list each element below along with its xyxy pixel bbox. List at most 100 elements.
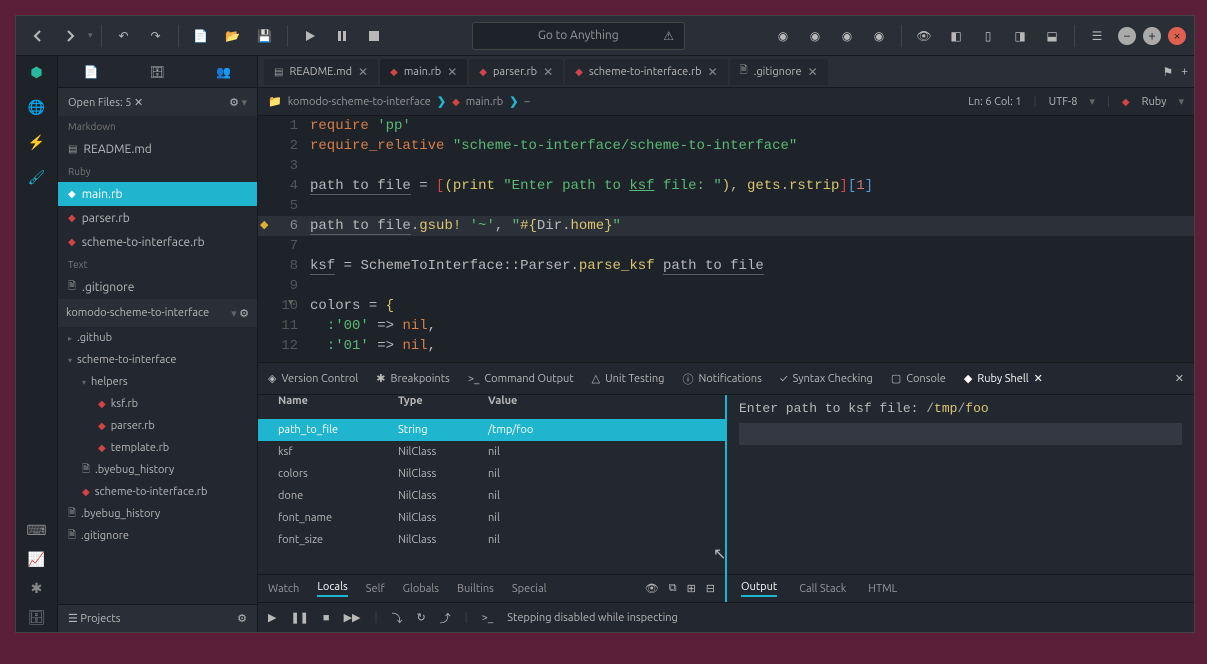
tree-item[interactable]: 🗎 .gitignore <box>58 525 257 547</box>
eye-icon[interactable]: 👁 <box>910 22 938 50</box>
variable-row[interactable]: colorsNilClassnil <box>258 463 725 485</box>
panel-tab[interactable]: ◈ Version Control <box>268 368 358 389</box>
code-line[interactable]: 8ksf = SchemeToInterface::Parser.parse_k… <box>258 256 1194 276</box>
code-line[interactable]: ◆6path to file.gsub! '~', "#{Dir.home}" <box>258 216 1194 236</box>
file-item[interactable]: ◆parser.rb <box>58 206 257 230</box>
code-line[interactable]: 12 :'01' => nil, <box>258 336 1194 356</box>
close-panel-icon[interactable]: ✕ <box>1175 372 1184 385</box>
gear-icon[interactable]: ⚙ <box>229 97 239 109</box>
debug-fastforward-icon[interactable]: ▶▶ <box>344 611 361 624</box>
close-openfiles-icon[interactable]: ✕ <box>134 97 143 109</box>
editor-tab[interactable]: ◆ main.rb ✕ <box>380 59 467 85</box>
file-item[interactable]: ◆main.rb <box>58 182 257 206</box>
vars-footer-tab[interactable]: Self <box>366 583 385 595</box>
pause-button[interactable] <box>328 22 356 50</box>
record3-icon[interactable]: ◉ <box>833 22 861 50</box>
tree-item[interactable]: ◆ template.rb <box>58 437 257 459</box>
play-button[interactable] <box>296 22 324 50</box>
tree-item[interactable]: ▸ .github <box>58 327 257 349</box>
variable-row[interactable]: path_to_fileString/tmp/foo <box>258 419 725 441</box>
debug-prompt-icon[interactable]: >_ <box>482 612 494 624</box>
code-line[interactable]: 5 <box>258 196 1194 216</box>
code-line[interactable]: 4path to file = [(print "Enter path to k… <box>258 176 1194 196</box>
undo-button[interactable]: ↶ <box>110 22 138 50</box>
panel-tab[interactable]: ◆ Ruby Shell ✕ <box>964 368 1043 389</box>
variable-row[interactable]: font_nameNilClassnil <box>258 507 725 529</box>
debug-stop-icon[interactable]: ■ <box>323 612 330 624</box>
close-tab-icon[interactable]: ✕ <box>358 65 368 79</box>
editor-tab[interactable]: ◆ parser.rb ✕ <box>469 59 563 85</box>
add-tab-icon[interactable]: + <box>1181 65 1188 79</box>
gear-icon[interactable]: ⚙ <box>239 308 249 320</box>
record-icon[interactable]: ◉ <box>769 22 797 50</box>
rail-bolt-icon[interactable]: ⚡ <box>28 134 45 151</box>
rail-paint-icon[interactable]: 🖌 <box>28 169 46 186</box>
rail-db-icon[interactable]: 🗄 <box>28 609 46 626</box>
open-folder-button[interactable]: 📂 <box>219 22 247 50</box>
sidebar-tab-db-icon[interactable]: 🗄 <box>150 65 165 79</box>
close-tab-icon[interactable]: ✕ <box>447 65 457 79</box>
rail-chart-icon[interactable]: 📈 <box>28 551 45 568</box>
file-item[interactable]: 🗎.gitignore <box>58 275 257 299</box>
forward-button[interactable] <box>56 22 84 50</box>
code-line[interactable]: 2require_relative "scheme-to-interface/s… <box>258 136 1194 156</box>
shell-footer-tab[interactable]: Call Stack <box>799 583 846 595</box>
back-button[interactable] <box>24 22 52 50</box>
minus-icon[interactable]: ⊟ <box>706 582 715 595</box>
panel-tab[interactable]: △ Unit Testing <box>592 368 665 389</box>
shell-footer-tab[interactable]: Output <box>741 581 777 597</box>
sidebar-tab-files-icon[interactable]: 📄 <box>84 65 99 79</box>
variable-row[interactable]: font_sizeNilClassnil <box>258 529 725 551</box>
code-line[interactable]: 1require 'pp' <box>258 116 1194 136</box>
menu-icon[interactable]: ☰ <box>1083 22 1111 50</box>
close-tab-icon[interactable]: ✕ <box>708 65 718 79</box>
minimize-button[interactable]: − <box>1118 27 1136 45</box>
rail-star-icon[interactable]: ✱ <box>31 580 43 597</box>
debug-pause-icon[interactable]: ❚❚ <box>290 611 308 624</box>
code-line[interactable]: 3 <box>258 156 1194 176</box>
code-editor[interactable]: 1require 'pp'2require_relative "scheme-t… <box>258 116 1194 362</box>
code-line[interactable]: 9 <box>258 276 1194 296</box>
panel-tab[interactable]: ▢ Console <box>891 368 946 389</box>
code-line[interactable]: ▼10colors = { <box>258 296 1194 316</box>
close-tab-icon[interactable]: ✕ <box>808 65 818 79</box>
sidebar-tab-people-icon[interactable]: 👥 <box>216 65 231 79</box>
language-selector[interactable]: Ruby <box>1142 96 1167 108</box>
vars-footer-tab[interactable]: Globals <box>403 583 439 595</box>
eye-icon[interactable]: 👁 <box>645 582 659 595</box>
tree-item[interactable]: ◆ ksf.rb <box>58 393 257 415</box>
copy-icon[interactable]: ⧉ <box>669 582 677 595</box>
tree-item[interactable]: 🗎 .byebug_history <box>58 459 257 481</box>
debug-play-icon[interactable]: ▶ <box>268 611 276 624</box>
vars-footer-tab[interactable]: Special <box>512 583 547 595</box>
tree-item[interactable]: ▾ helpers <box>58 371 257 393</box>
panel-tab[interactable]: >_ Command Output <box>468 369 574 389</box>
tree-item[interactable]: ◆ scheme-to-interface.rb <box>58 481 257 503</box>
editor-tab[interactable]: ◆ scheme-to-interface.rb ✕ <box>565 59 727 85</box>
editor-tab[interactable]: 🗎 .gitignore ✕ <box>730 59 828 85</box>
pane4-icon[interactable]: ⬓ <box>1038 22 1066 50</box>
plus-icon[interactable]: ⊞ <box>687 582 696 595</box>
code-line[interactable]: 7 <box>258 236 1194 256</box>
shell-footer-tab[interactable]: HTML <box>868 583 897 595</box>
close-tab-icon[interactable]: ✕ <box>543 65 553 79</box>
variable-row[interactable]: ksfNilClassnil <box>258 441 725 463</box>
panel-tab[interactable]: ✱ Breakpoints <box>376 368 450 389</box>
panel-tab[interactable]: ⓘ Notifications <box>682 367 761 391</box>
pane3-icon[interactable]: ◨ <box>1006 22 1034 50</box>
vars-footer-tab[interactable]: Watch <box>268 583 299 595</box>
file-item[interactable]: ◆scheme-to-interface.rb <box>58 230 257 254</box>
rail-komodo-icon[interactable]: ⬢ <box>30 64 42 81</box>
variable-row[interactable]: doneNilClassnil <box>258 485 725 507</box>
debug-stepover-icon[interactable]: ↻ <box>416 611 425 624</box>
gear-icon[interactable]: ⚙ <box>237 612 247 625</box>
encoding-selector[interactable]: UTF-8 <box>1049 96 1078 108</box>
tree-item[interactable]: ▾ scheme-to-interface <box>58 349 257 371</box>
record2-icon[interactable]: ◉ <box>801 22 829 50</box>
rail-terminal-icon[interactable]: ⌨ <box>26 522 46 539</box>
vars-footer-tab[interactable]: Locals <box>317 581 347 597</box>
vars-footer-tab[interactable]: Builtins <box>457 583 494 595</box>
stop-button[interactable] <box>360 22 388 50</box>
rail-globe-icon[interactable]: 🌐 <box>28 99 45 116</box>
tree-item[interactable]: ◆ parser.rb <box>58 415 257 437</box>
